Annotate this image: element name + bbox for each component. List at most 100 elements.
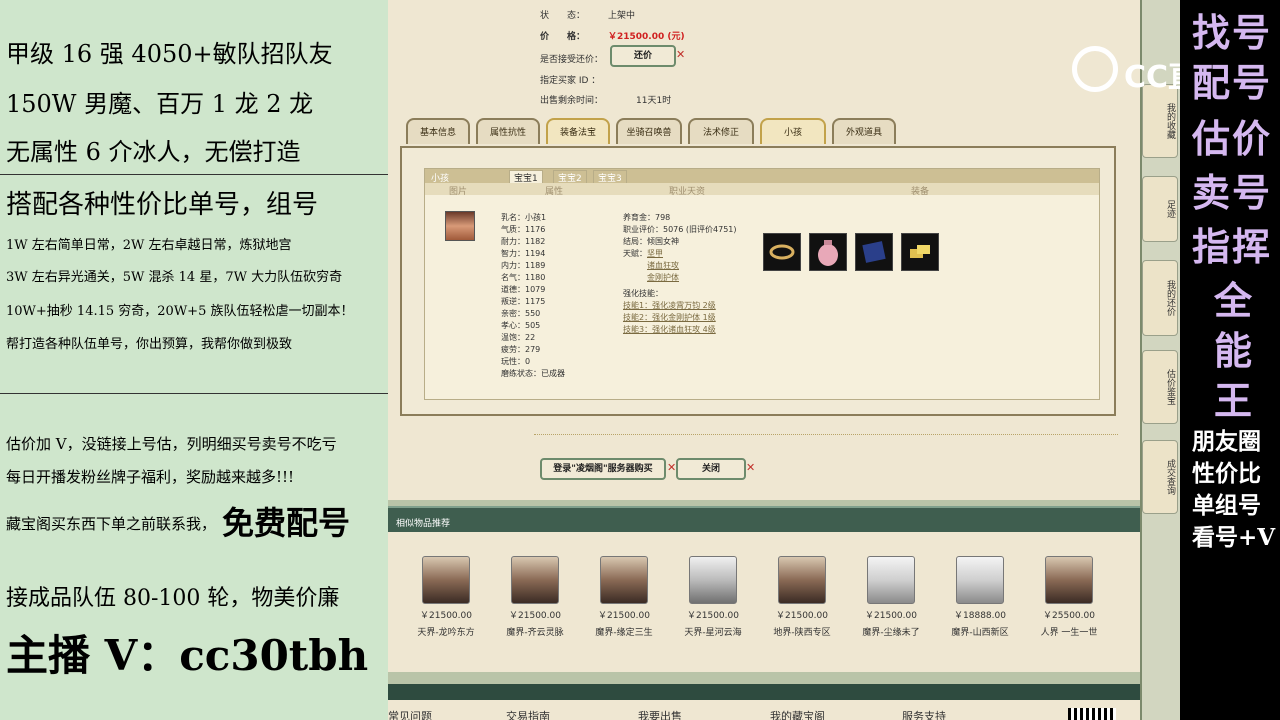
- stat-line: 孝心：505: [501, 321, 541, 330]
- avatar: [600, 556, 648, 604]
- career-money: 养育金：798: [623, 213, 671, 222]
- recommend-item[interactable]: ￥21500.00 天界-星河云海: [673, 556, 753, 638]
- avatar: [867, 556, 915, 604]
- skill-label: 强化技能：: [623, 289, 663, 298]
- skill-link[interactable]: 技能2：强化金刚护体 1级: [623, 312, 716, 323]
- recommend-server: 魔界-齐云灵脉: [506, 628, 564, 638]
- skill-link[interactable]: 技能3：强化诸血狂攻 4级: [623, 324, 716, 335]
- promo-panel: 甲级 16 强 4050+敏队招队友 150W 男魔、百万 1 龙 2 龙 无属…: [0, 0, 388, 720]
- book-icon[interactable]: [855, 233, 893, 271]
- career-rating: 职业评价：5076 (旧评价4751): [623, 225, 737, 234]
- promo-line: 帮打造各种队伍单号，你出预算，我帮你做到极致: [6, 337, 293, 352]
- promo-line: 甲级 16 强 4050+敏队招队友: [6, 40, 333, 68]
- avatar: [778, 556, 826, 604]
- recommend-item[interactable]: ￥21500.00 天界-龙吟东方: [406, 556, 486, 638]
- recommend-item[interactable]: ￥21500.00 地界-陕西专区: [762, 556, 842, 638]
- tab-basic-info[interactable]: 基本信息: [406, 118, 470, 144]
- recommend-price: ￥21500.00: [420, 611, 472, 621]
- right-promo-small: 朋友圈: [1192, 428, 1261, 455]
- price-value: ￥21500.00 (元): [608, 32, 685, 42]
- right-promo-line: 王: [1214, 378, 1253, 423]
- close-button[interactable]: 关闭: [676, 458, 746, 480]
- stream-watermark: CC直播: [1124, 60, 1180, 95]
- footer-link[interactable]: 常见问题: [388, 708, 432, 720]
- career-ending: 结局：倾国女神: [623, 237, 679, 246]
- ring-icon[interactable]: [763, 233, 801, 271]
- right-promo-line: 能: [1214, 328, 1253, 373]
- recommend-server: 天界-龙吟东方: [417, 628, 475, 638]
- stat-line: 智力：1194: [501, 249, 546, 258]
- recommend-price: ￥21500.00: [865, 611, 917, 621]
- promo-line: 3W 左右异光通关，5W 混杀 14 星，7W 大力队伍砍穷奇: [6, 270, 343, 285]
- right-promo-line: 全: [1214, 278, 1253, 323]
- avatar: [511, 556, 559, 604]
- recommend-item[interactable]: ￥21500.00 魔界-缘定三生: [584, 556, 664, 638]
- promo-line: 1W 左右简单日常，2W 左右卓越日常，炼狱地宫: [6, 238, 292, 253]
- right-promo-small: 看号+V: [1192, 524, 1276, 551]
- divider: [0, 174, 388, 175]
- avatar: [956, 556, 1004, 604]
- qr-code-icon: [1068, 708, 1116, 720]
- side-nav-deals[interactable]: 成交查询: [1142, 440, 1178, 514]
- detail-panel: 状 态： 上架中 价 格： ￥21500.00 (元) 是否接受还价： 还价 ✕…: [388, 0, 1143, 500]
- talent-link[interactable]: 诸血狂攻: [647, 260, 679, 271]
- tab-equipment[interactable]: 装备法宝: [546, 118, 610, 144]
- promo-line: 接成品队伍 80-100 轮，物美价廉: [6, 586, 340, 611]
- counter-offer-label: 是否接受还价：: [540, 55, 604, 65]
- recommend-price: ￥21500.00: [509, 611, 561, 621]
- child-portrait: [445, 211, 475, 241]
- footer-link[interactable]: 服务支持: [902, 708, 946, 720]
- counter-offer-button[interactable]: 还价: [610, 45, 676, 67]
- recommend-item[interactable]: ￥18888.00 魔界-山西新区: [940, 556, 1020, 638]
- gold-icon[interactable]: [901, 233, 939, 271]
- recommend-server: 天界-星河云海: [684, 628, 742, 638]
- side-nav-counter-offers[interactable]: 我的还价: [1142, 260, 1178, 336]
- recommend-server: 人界 一生一世: [1040, 628, 1098, 638]
- promo-line: 150W 男魔、百万 1 龙 2 龙: [6, 90, 314, 118]
- pouch-icon[interactable]: [809, 233, 847, 271]
- recommend-item[interactable]: ￥21500.00 魔界-尘缘未了: [851, 556, 931, 638]
- side-nav-appraisal[interactable]: 估价鉴宝: [1142, 350, 1178, 424]
- footer-link[interactable]: 交易指南: [506, 708, 550, 720]
- right-promo-line: 卖号: [1192, 170, 1273, 215]
- skill-link[interactable]: 技能1：强化凌霄万钧 2级: [623, 300, 716, 311]
- stat-line: 玩性：0: [501, 357, 531, 366]
- col-header-image: 图片: [449, 187, 468, 197]
- stat-line: 耐力：1182: [501, 237, 546, 246]
- recommend-price: ￥25500.00: [1043, 611, 1095, 621]
- tab-mounts[interactable]: 坐骑召唤兽: [616, 118, 682, 144]
- recommend-item[interactable]: ￥21500.00 魔界-齐云灵脉: [495, 556, 575, 638]
- time-left-value: 11天1时: [636, 96, 672, 106]
- recommend-item[interactable]: ￥25500.00 人界 一生一世: [1029, 556, 1109, 638]
- footer-link[interactable]: 我要出售: [638, 708, 682, 720]
- buy-on-server-button[interactable]: 登录"凌烟阁"服务器购买: [540, 458, 666, 480]
- tab-appearance[interactable]: 外观道具: [832, 118, 896, 144]
- right-promo-line: 估价: [1192, 116, 1273, 161]
- recommend-title: 相似物品推荐: [396, 519, 451, 529]
- close-icon: ✕: [676, 48, 686, 61]
- tab-spells[interactable]: 法术修正: [688, 118, 754, 144]
- talent-link[interactable]: 金刚护体: [647, 272, 679, 283]
- divider: [534, 434, 1118, 435]
- stat-line: 磨练状态：已成器: [501, 369, 565, 378]
- footer-link[interactable]: 我的藏宝阁: [770, 708, 825, 720]
- talent-label: 天赋：: [623, 249, 647, 258]
- stat-line: 叛逆：1175: [501, 297, 546, 306]
- recommend-server: 魔界-山西新区: [951, 628, 1009, 638]
- right-promo-small: 性价比: [1192, 460, 1261, 487]
- promo-line: 10W+抽秒 14.15 穷奇，20W+5 族队伍轻松虐一切副本！: [6, 304, 354, 319]
- recommend-price: ￥21500.00: [687, 611, 739, 621]
- close-icon: ✕: [667, 461, 677, 474]
- promo-line: 估价加 V，没链接上号估，列明细买号卖号不吃亏: [6, 435, 337, 453]
- stat-line: 温饱：22: [501, 333, 536, 342]
- tab-attributes[interactable]: 属性抗性: [476, 118, 540, 144]
- avatar: [1045, 556, 1093, 604]
- talent-link[interactable]: 坚甲: [647, 248, 663, 259]
- price-label: 价 格：: [540, 32, 586, 42]
- tab-child[interactable]: 小孩: [760, 118, 826, 144]
- right-promo-line: 找号: [1192, 10, 1273, 55]
- side-nav-history[interactable]: 足迹: [1142, 176, 1178, 242]
- time-left-label: 出售剩余时间：: [540, 96, 604, 106]
- recommend-server: 地界-陕西专区: [773, 628, 831, 638]
- status-label: 状 态：: [540, 11, 586, 21]
